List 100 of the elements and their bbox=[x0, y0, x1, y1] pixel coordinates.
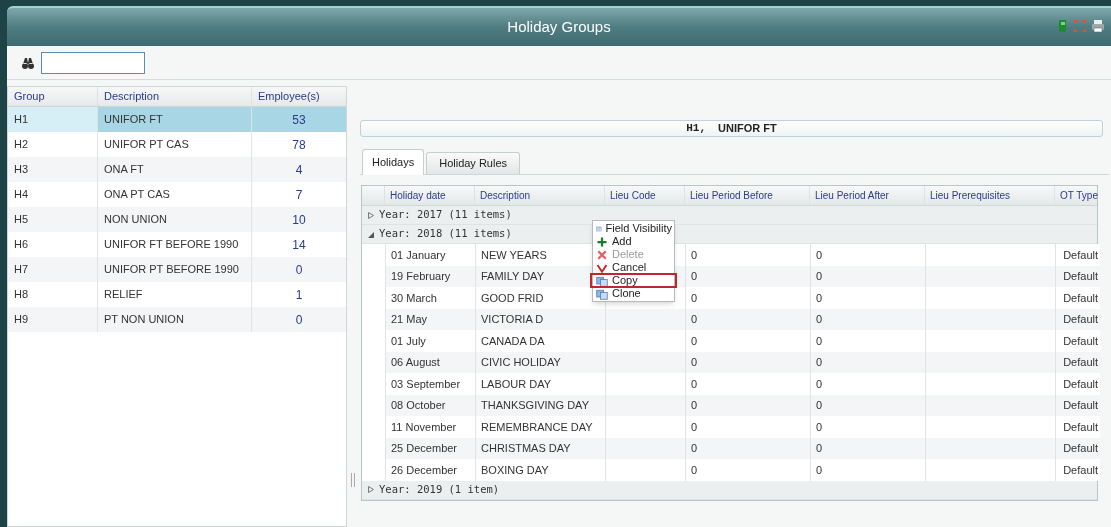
table-cell-text: PT NON UNION bbox=[104, 312, 184, 328]
table-cell-text: 0 bbox=[816, 398, 823, 413]
table-cell-text: 01 January bbox=[391, 247, 446, 263]
table-cell-text: FAMILY DAY bbox=[481, 269, 544, 284]
expand-icon[interactable] bbox=[368, 486, 374, 493]
table-cell-text: Default bbox=[1063, 290, 1098, 306]
table-cell-text: Default bbox=[1063, 462, 1098, 478]
column-header[interactable]: Group bbox=[14, 88, 45, 105]
collapse-icon[interactable] bbox=[368, 230, 374, 238]
splitter-handle[interactable] bbox=[351, 473, 355, 487]
table-cell-text: 53 bbox=[292, 111, 306, 129]
column-header[interactable]: Lieu Code bbox=[610, 188, 656, 203]
column-header[interactable]: Description bbox=[104, 88, 160, 105]
table-row[interactable]: H5 NON UNION 10 bbox=[8, 207, 346, 232]
table-cell-text: Default bbox=[1063, 269, 1098, 284]
table-cell-text: NON UNION bbox=[104, 212, 167, 228]
table-cell-text: 0 bbox=[816, 247, 823, 263]
table-cell-text: Default bbox=[1063, 398, 1098, 413]
table-cell-text: NEW YEARS bbox=[481, 247, 547, 263]
pages-icon bbox=[596, 274, 608, 287]
cross-icon bbox=[596, 248, 608, 261]
tab[interactable]: Holiday Rules bbox=[426, 152, 521, 174]
table-row[interactable]: H7 UNIFOR PT BEFORE 1990 0 bbox=[8, 257, 346, 282]
table-cell-text: H3 bbox=[14, 162, 29, 178]
column-header[interactable]: Employee(s) bbox=[258, 88, 320, 105]
table-cell-text: H2 bbox=[14, 137, 29, 153]
table-cell-text: 06 August bbox=[391, 355, 440, 370]
group-row[interactable]: Year: 2019 (1 item) bbox=[362, 480, 1097, 500]
column-header[interactable]: OT Type bbox=[1060, 188, 1098, 203]
table-cell-text: UNIFOR PT BEFORE 1990 bbox=[104, 262, 239, 278]
column-header[interactable]: Holiday date bbox=[390, 188, 446, 203]
group-code: H1, bbox=[686, 121, 707, 137]
plus-icon bbox=[596, 235, 608, 248]
menu-item[interactable]: Copy bbox=[591, 274, 676, 287]
table-row[interactable]: 11 November REMEMBRANCE DAY 0 0 Default bbox=[385, 416, 1100, 438]
table-row[interactable]: H1 UNIFOR FT 53 bbox=[8, 107, 346, 132]
table-row[interactable]: 26 December BOXING DAY 0 0 Default bbox=[385, 459, 1100, 481]
table-cell-text: 14 bbox=[292, 236, 306, 254]
table-cell-text: H6 bbox=[14, 237, 29, 253]
group-row[interactable]: Year: 2017 (11 items) bbox=[362, 206, 1097, 225]
table-cell-text: Default bbox=[1063, 355, 1098, 370]
table-cell-text: CANADA DA bbox=[481, 333, 545, 349]
table-cell-text: 0 bbox=[691, 376, 698, 392]
table-row[interactable]: 08 October THANKSGIVING DAY 0 0 Default bbox=[385, 394, 1100, 416]
table-cell-text: 26 December bbox=[391, 462, 458, 478]
column-header[interactable]: Description bbox=[480, 188, 531, 203]
column-header[interactable]: Lieu Period Before bbox=[690, 188, 773, 203]
table-row[interactable]: 21 May VICTORIA D 0 0 Default bbox=[385, 308, 1100, 330]
table-cell-text: 0 bbox=[691, 355, 698, 370]
table-cell-text: 1 bbox=[295, 286, 303, 304]
group-label: Year: 2017 (11 items) bbox=[379, 207, 512, 223]
table-cell-text: 10 bbox=[292, 211, 306, 229]
table-cell-text: CIVIC HOLIDAY bbox=[481, 355, 561, 370]
table-cell-text: GOOD FRID bbox=[481, 290, 544, 306]
table-cell-text: 0 bbox=[691, 441, 698, 456]
table-cell-text: 0 bbox=[816, 376, 823, 392]
table-row[interactable]: 03 September LABOUR DAY 0 0 Default bbox=[385, 373, 1100, 395]
column-header[interactable]: Lieu Period After bbox=[815, 188, 889, 203]
table-cell-text: 0 bbox=[816, 441, 823, 456]
table-cell-text: 0 bbox=[816, 333, 823, 349]
table-cell-text: H9 bbox=[14, 312, 29, 328]
table-cell-text: Default bbox=[1063, 312, 1098, 327]
group-label: Year: 2018 (11 items) bbox=[379, 226, 512, 242]
table-cell-text: H4 bbox=[14, 187, 29, 203]
table-cell-text: 25 December bbox=[391, 441, 458, 456]
table-cell-text: Default bbox=[1063, 419, 1098, 435]
table-cell-text: VICTORIA D bbox=[481, 312, 544, 327]
table-cell-text: 0 bbox=[816, 269, 823, 284]
menu-item[interactable]: Field Visibility bbox=[593, 222, 674, 235]
table-cell-text: UNIFOR FT BEFORE 1990 bbox=[104, 237, 239, 253]
table-cell-text: Default bbox=[1063, 376, 1098, 392]
table-row[interactable]: 06 August CIVIC HOLIDAY 0 0 Default bbox=[385, 351, 1100, 373]
table-cell-text: 0 bbox=[295, 261, 303, 279]
table-cell-text: Default bbox=[1063, 247, 1098, 263]
search-field[interactable] bbox=[41, 51, 145, 74]
table-cell-text: 0 bbox=[691, 269, 698, 284]
table-row[interactable]: H3 ONA FT 4 bbox=[8, 157, 346, 182]
table-row[interactable]: H9 PT NON UNION 0 bbox=[8, 307, 346, 332]
table-cell-text: H1 bbox=[14, 112, 29, 128]
table-row[interactable]: 01 July CANADA DA 0 0 Default bbox=[385, 330, 1100, 352]
table-row[interactable]: 25 December CHRISTMAS DAY 0 0 Default bbox=[385, 437, 1100, 459]
table-cell-text: 0 bbox=[816, 312, 823, 327]
binoculars-icon[interactable] bbox=[21, 56, 35, 69]
table-cell-text: 4 bbox=[295, 161, 303, 179]
group-name: UNIFOR FT bbox=[718, 121, 777, 137]
table-cell-text: 0 bbox=[691, 462, 698, 478]
table-cell-text: Default bbox=[1063, 333, 1098, 349]
window-title: Holiday Groups bbox=[507, 16, 611, 37]
table-cell-text: 11 November bbox=[391, 419, 457, 435]
table-cell-text: 0 bbox=[691, 419, 698, 435]
table-cell-text: THANKSGIVING DAY bbox=[481, 398, 589, 413]
table-cell-text: 0 bbox=[691, 312, 698, 327]
table-cell-text: 21 May bbox=[391, 312, 428, 327]
tab[interactable]: Holidays bbox=[362, 149, 425, 175]
column-header[interactable]: Lieu Prerequisites bbox=[930, 188, 1011, 203]
menu-item[interactable]: Clone bbox=[593, 287, 674, 300]
table-cell-text: 03 September bbox=[391, 376, 461, 392]
expand-icon[interactable] bbox=[368, 211, 374, 219]
table-cell-text: ONA PT CAS bbox=[104, 187, 170, 203]
print-icon[interactable] bbox=[1091, 19, 1105, 33]
